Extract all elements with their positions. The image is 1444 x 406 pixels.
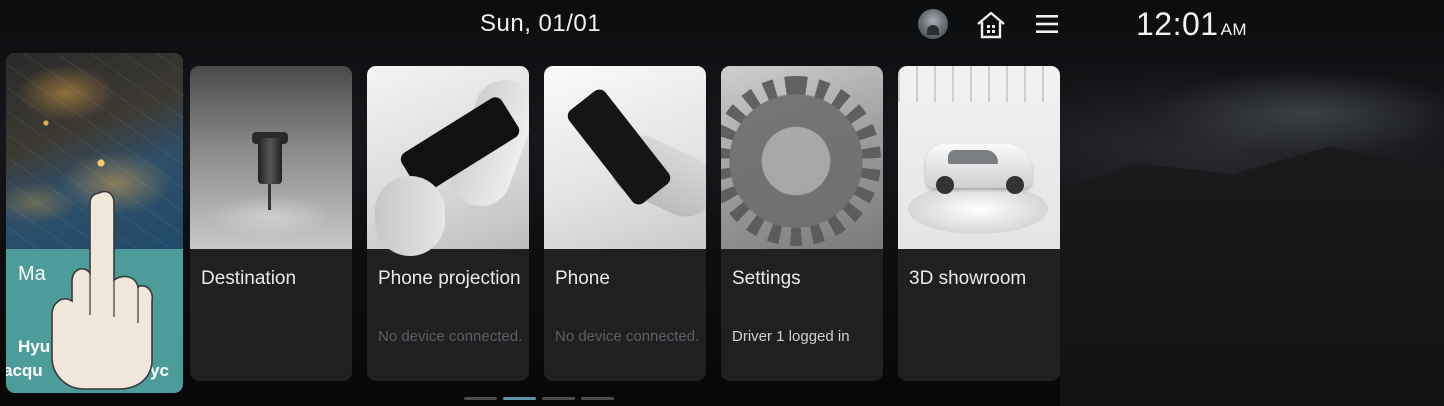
card-3d-showroom[interactable]: 3D showroom [898,66,1060,381]
menu-icon[interactable] [1034,12,1060,36]
clock-ampm: AM [1220,20,1248,39]
card-title: Ma [18,263,46,285]
home-icon[interactable] [974,8,1008,42]
card-title: Settings [732,268,801,289]
page-dot-2[interactable] [503,397,536,400]
page-dot-1[interactable] [464,397,497,400]
card-destination[interactable]: Destination [190,66,352,381]
profile-icon[interactable] [918,9,948,39]
card-title: Phone [555,268,610,289]
phone-projection-image [367,66,529,256]
pushpin-image [190,66,352,249]
page-dot-4[interactable] [581,397,614,400]
background-landscape [1060,146,1444,406]
phone-image [544,66,706,249]
car-showroom-image [898,66,1060,249]
card-title: Phone projection [378,268,521,289]
card-title: Destination [201,268,297,289]
card-settings[interactable]: Settings Driver 1 logged in [721,66,883,381]
gear-image [721,66,883,249]
clock-time: 12:01 [1136,6,1219,42]
card-status: No device connected. [555,328,700,345]
date-display: Sun, 01/01 [480,10,602,37]
clock: 12:01 AM [1136,6,1247,43]
touch-gesture-icon [51,190,154,390]
card-phone-projection[interactable]: Phone projection No device connected. [367,66,529,381]
card-phone[interactable]: Phone No device connected. [544,66,706,381]
card-status: Driver 1 logged in [732,328,850,345]
page-dot-3[interactable] [542,397,575,400]
card-status: No device connected. [378,328,523,345]
card-title: 3D showroom [909,268,1027,289]
